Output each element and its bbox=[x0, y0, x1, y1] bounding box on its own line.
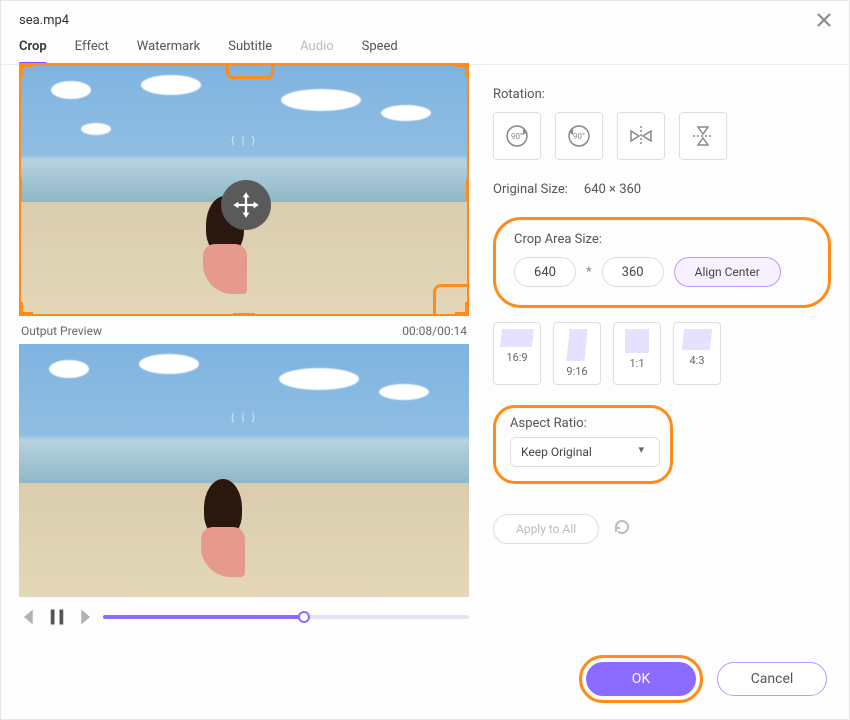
dialog-footer: OK Cancel bbox=[579, 655, 827, 703]
crop-height-input[interactable] bbox=[602, 257, 664, 287]
prev-button[interactable] bbox=[19, 607, 39, 627]
ratio-4-3-button[interactable]: 4:3 bbox=[673, 322, 721, 385]
preview-subject bbox=[204, 479, 245, 577]
tab-effect[interactable]: Effect bbox=[75, 39, 109, 64]
crop-handle-tr[interactable] bbox=[455, 63, 469, 77]
pause-button[interactable] bbox=[47, 607, 67, 627]
tab-crop[interactable]: Crop bbox=[19, 39, 47, 64]
ratio-label: 1:1 bbox=[629, 357, 644, 370]
ok-button[interactable]: OK bbox=[586, 662, 696, 696]
flip-vertical-button[interactable] bbox=[679, 112, 727, 160]
rotation-label: Rotation: bbox=[493, 87, 831, 102]
right-pane: Rotation: 90° 90° Original Size: 640 × 3… bbox=[493, 65, 831, 637]
ratio-label: 16:9 bbox=[506, 351, 527, 364]
crop-area-label: Crop Area Size: bbox=[514, 232, 810, 247]
dimension-separator: * bbox=[586, 265, 592, 280]
align-center-button[interactable]: Align Center bbox=[674, 257, 781, 287]
ratio-label: 9:16 bbox=[566, 365, 587, 378]
grid-marker-icon: ⟨ | ⟩ bbox=[231, 406, 258, 425]
reset-icon[interactable] bbox=[613, 518, 631, 540]
crop-width-input[interactable] bbox=[514, 257, 576, 287]
annotation-highlight bbox=[433, 284, 469, 316]
apply-to-all-button[interactable]: Apply to All bbox=[493, 514, 599, 544]
annotation-highlight bbox=[226, 63, 274, 79]
crop-preview[interactable]: ⟨ | ⟩ bbox=[19, 63, 469, 316]
tab-audio: Audio bbox=[300, 39, 333, 64]
crop-handle-right[interactable] bbox=[466, 179, 469, 201]
output-preview-label: Output Preview bbox=[21, 324, 102, 338]
titlebar: sea.mp4 bbox=[1, 1, 849, 33]
tab-speed[interactable]: Speed bbox=[362, 39, 398, 64]
left-pane: ⟨ | ⟩ Output Preview 00:08/00:14 bbox=[19, 65, 469, 637]
crop-handle-left[interactable] bbox=[19, 179, 22, 201]
tab-watermark[interactable]: Watermark bbox=[137, 39, 200, 64]
move-handle-icon[interactable] bbox=[221, 180, 271, 230]
annotation-highlight: OK bbox=[579, 655, 703, 703]
crop-area-group: Crop Area Size: * Align Center bbox=[493, 217, 831, 308]
svg-text:90°: 90° bbox=[511, 132, 523, 141]
svg-text:90°: 90° bbox=[573, 132, 585, 141]
ratio-9-16-button[interactable]: 9:16 bbox=[553, 322, 601, 385]
tab-subtitle[interactable]: Subtitle bbox=[228, 39, 272, 64]
playback-time: 00:08/00:14 bbox=[402, 324, 467, 338]
crop-handle-tl[interactable] bbox=[19, 63, 33, 77]
ratio-16-9-button[interactable]: 16:9 bbox=[493, 322, 541, 385]
ratio-1-1-button[interactable]: 1:1 bbox=[613, 322, 661, 385]
preview-info: Output Preview 00:08/00:14 bbox=[19, 316, 469, 344]
aspect-ratio-select[interactable] bbox=[510, 437, 660, 467]
grid-marker-icon: ⟨ | ⟩ bbox=[231, 129, 258, 148]
seek-thumb[interactable] bbox=[298, 611, 310, 623]
ratio-label: 4:3 bbox=[689, 354, 704, 367]
aspect-ratio-label: Aspect Ratio: bbox=[510, 416, 656, 431]
close-icon[interactable] bbox=[815, 11, 833, 29]
video-crop-dialog: sea.mp4 Crop Effect Watermark Subtitle A… bbox=[0, 0, 850, 720]
aspect-ratio-group: Aspect Ratio: bbox=[493, 405, 673, 484]
original-size-value: 640 × 360 bbox=[584, 182, 641, 197]
next-button[interactable] bbox=[75, 607, 95, 627]
cancel-button[interactable]: Cancel bbox=[717, 662, 827, 696]
seek-slider[interactable] bbox=[103, 615, 469, 619]
crop-handle-bl[interactable] bbox=[19, 302, 33, 316]
crop-handle-bottom[interactable] bbox=[233, 313, 255, 316]
playback-controls bbox=[19, 597, 469, 637]
output-preview: ⟨ | ⟩ bbox=[19, 344, 469, 597]
rotate-ccw-button[interactable]: 90° bbox=[555, 112, 603, 160]
tab-bar: Crop Effect Watermark Subtitle Audio Spe… bbox=[1, 33, 849, 65]
original-size-label: Original Size: bbox=[493, 182, 568, 197]
flip-horizontal-button[interactable] bbox=[617, 112, 665, 160]
rotate-cw-button[interactable]: 90° bbox=[493, 112, 541, 160]
window-title: sea.mp4 bbox=[19, 13, 69, 28]
